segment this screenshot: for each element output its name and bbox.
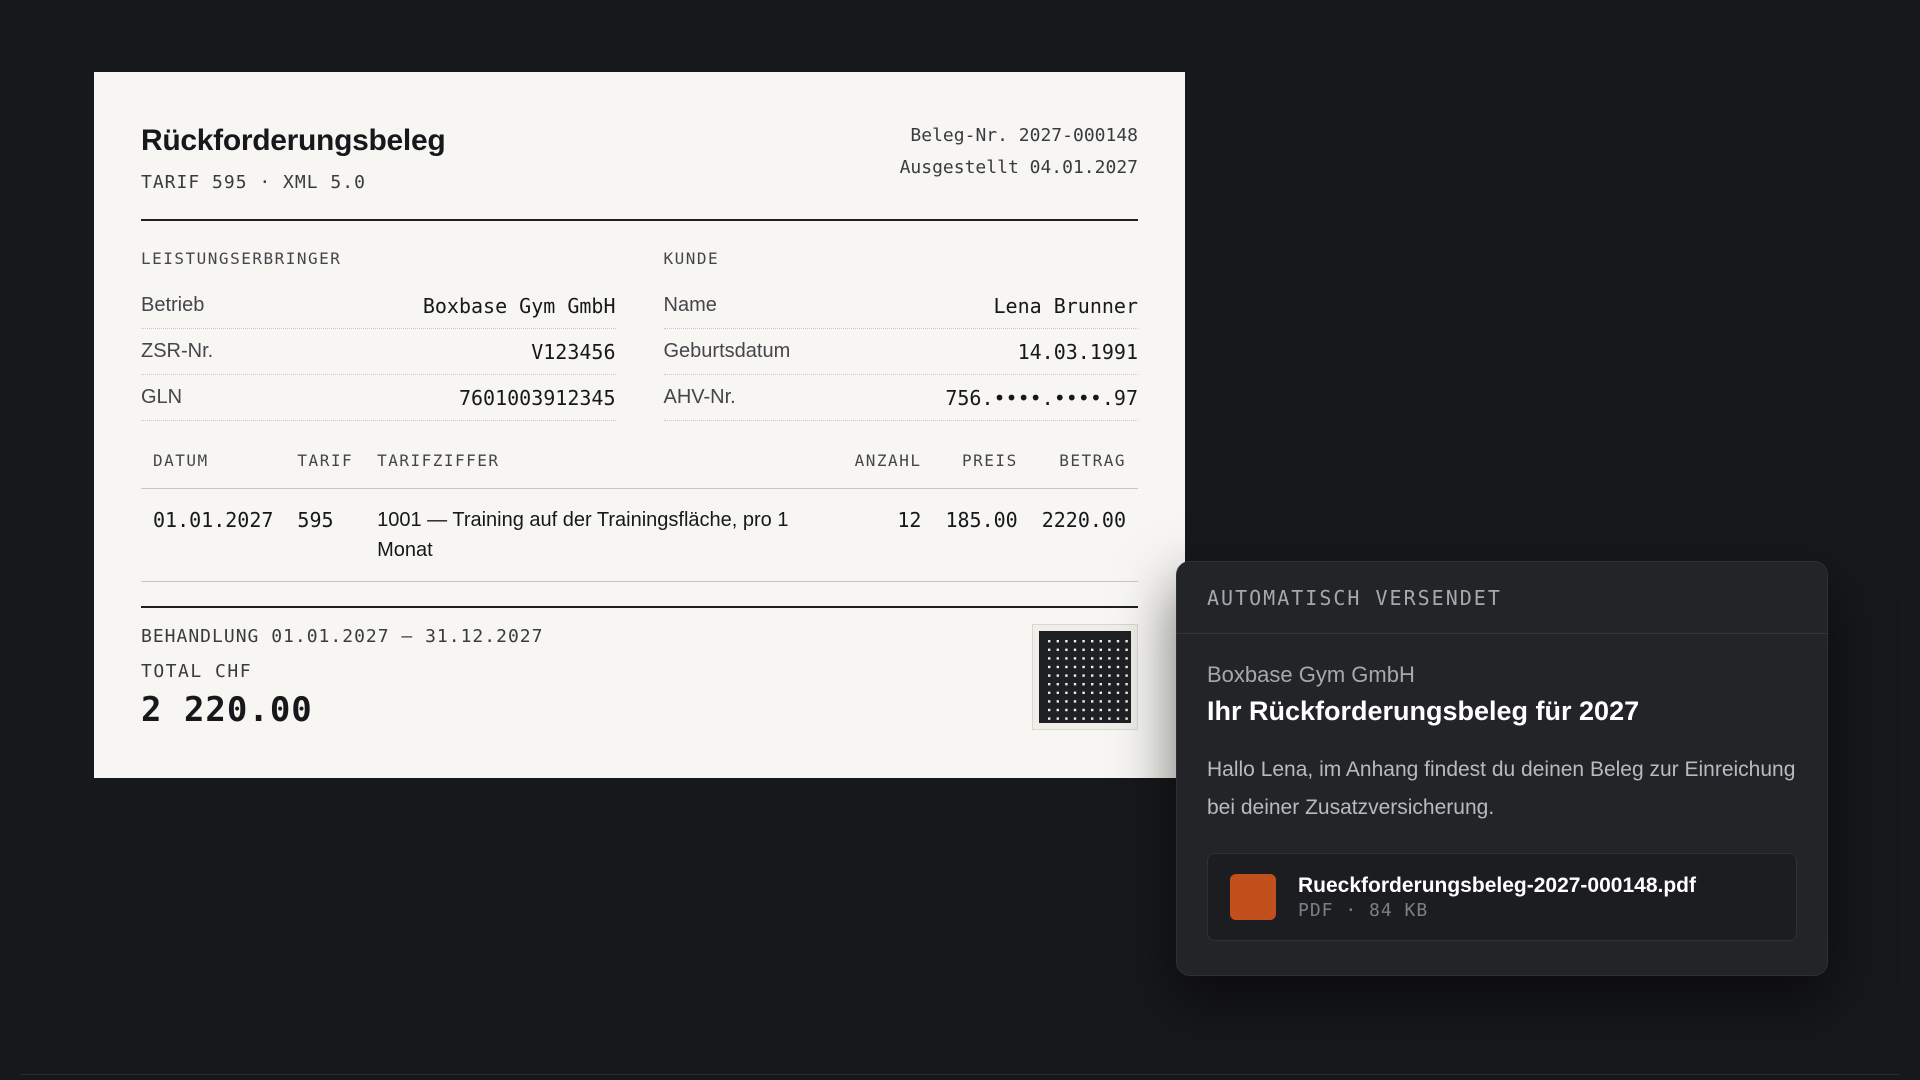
col-datum: DATUM [141, 451, 286, 489]
pdf-file-icon [1230, 874, 1276, 920]
field-value: Lena Brunner [993, 293, 1139, 318]
window-frame-edge [20, 1074, 1900, 1080]
attachment-info: Rueckforderungsbeleg-2027-000148.pdf PDF… [1298, 874, 1696, 921]
field-label: AHV-Nr. [663, 386, 736, 408]
cell-datum: 01.01.2027 [141, 488, 286, 582]
receipt-header: Rückforderungsbeleg TARIF 595 · XML 5.0 … [141, 120, 1138, 193]
divider [141, 219, 1138, 221]
email-sender: Boxbase Gym GmbH [1207, 662, 1415, 687]
provider-label: LEISTUNGSERBRINGER [141, 249, 342, 268]
receipt-issued-date: Ausgestellt 04.01.2027 [899, 157, 1138, 178]
customer-row: Geburtsdatum 14.03.1991 [663, 329, 1138, 375]
notification-body: Boxbase Gym GmbH Ihr Rückforderungsbeleg… [1177, 634, 1827, 941]
col-anzahl: ANZAHL [842, 451, 934, 489]
provider-row: ZSR-Nr. V123456 [141, 329, 616, 375]
col-betrag: BETRAG [1029, 451, 1138, 489]
field-value: 7601003912345 [458, 385, 616, 410]
field-value: Boxbase Gym GmbH [422, 293, 616, 318]
stage: Rückforderungsbeleg TARIF 595 · XML 5.0 … [0, 0, 1920, 1080]
qr-code-icon [1039, 631, 1131, 723]
col-preis: PREIS [933, 451, 1030, 489]
customer-section: KUNDE Name Lena Brunner Geburtsdatum 14.… [663, 249, 1139, 421]
cell-anzahl: 12 [842, 488, 934, 582]
email-subject: Ihr Rückforderungsbeleg für 2027 [1207, 696, 1640, 726]
provider-row: GLN 7601003912345 [141, 375, 616, 421]
col-tarif: TARIF [285, 451, 366, 489]
receipt-meta: Beleg-Nr. 2027-000148 Ausgestellt 04.01.… [900, 120, 1138, 184]
receipt-footer: BEHANDLUNG 01.01.2027 – 31.12.2027 TOTAL… [141, 624, 1138, 730]
cell-tarif: 595 [285, 488, 366, 582]
provider-row: Betrieb Boxbase Gym GmbH [141, 283, 616, 329]
services-table: DATUM TARIF TARIFZIFFER ANZAHL PREIS BET… [141, 451, 1138, 582]
customer-row: Name Lena Brunner [663, 283, 1139, 329]
cell-tarifziffer: 1001 — Training auf der Trainingsfläche,… [365, 488, 843, 582]
receipt-document: Rückforderungsbeleg TARIF 595 · XML 5.0 … [94, 72, 1185, 778]
field-label: GLN [141, 386, 183, 408]
col-tarifziffer: TARIFZIFFER [365, 451, 843, 489]
receipt-subtitle: TARIF 595 · XML 5.0 [141, 172, 366, 193]
field-label: Geburtsdatum [663, 340, 791, 362]
qr-code [1032, 624, 1138, 730]
field-label: ZSR-Nr. [141, 340, 214, 362]
receipt-number: Beleg-Nr. 2027-000148 [910, 125, 1138, 146]
field-value: 14.03.1991 [1017, 339, 1138, 364]
cell-preis: 185.00 [933, 488, 1030, 582]
parties: LEISTUNGSERBRINGER Betrieb Boxbase Gym G… [141, 249, 1138, 421]
customer-label: KUNDE [663, 249, 720, 268]
provider-section: LEISTUNGSERBRINGER Betrieb Boxbase Gym G… [141, 249, 616, 421]
field-label: Betrieb [141, 294, 205, 316]
treatment-period: BEHANDLUNG 01.01.2027 – 31.12.2027 [141, 626, 544, 647]
receipt-title: Rückforderungsbeleg [141, 124, 446, 157]
total-value: 2 220.00 [141, 690, 313, 730]
attachment[interactable]: Rueckforderungsbeleg-2027-000148.pdf PDF… [1207, 853, 1797, 941]
divider [141, 606, 1138, 608]
field-value: 756.••••.••••.97 [945, 385, 1138, 410]
notification-header: AUTOMATISCH VERSENDET [1177, 562, 1827, 634]
attachment-meta: PDF · 84 KB [1298, 899, 1429, 921]
customer-row: AHV-Nr. 756.••••.••••.97 [663, 375, 1138, 421]
table-header-row: DATUM TARIF TARIFZIFFER ANZAHL PREIS BET… [141, 451, 1138, 489]
cell-betrag: 2220.00 [1029, 488, 1138, 582]
field-value: V123456 [531, 339, 616, 364]
total-label: TOTAL CHF [141, 661, 253, 682]
attachment-name: Rueckforderungsbeleg-2027-000148.pdf [1298, 873, 1696, 897]
email-text: Hallo Lena, im Anhang findest du deinen … [1207, 758, 1796, 819]
field-label: Name [663, 294, 717, 316]
table-row: 01.01.2027 595 1001 — Training auf der T… [141, 488, 1138, 582]
email-notification[interactable]: AUTOMATISCH VERSENDET Boxbase Gym GmbH I… [1176, 561, 1828, 976]
